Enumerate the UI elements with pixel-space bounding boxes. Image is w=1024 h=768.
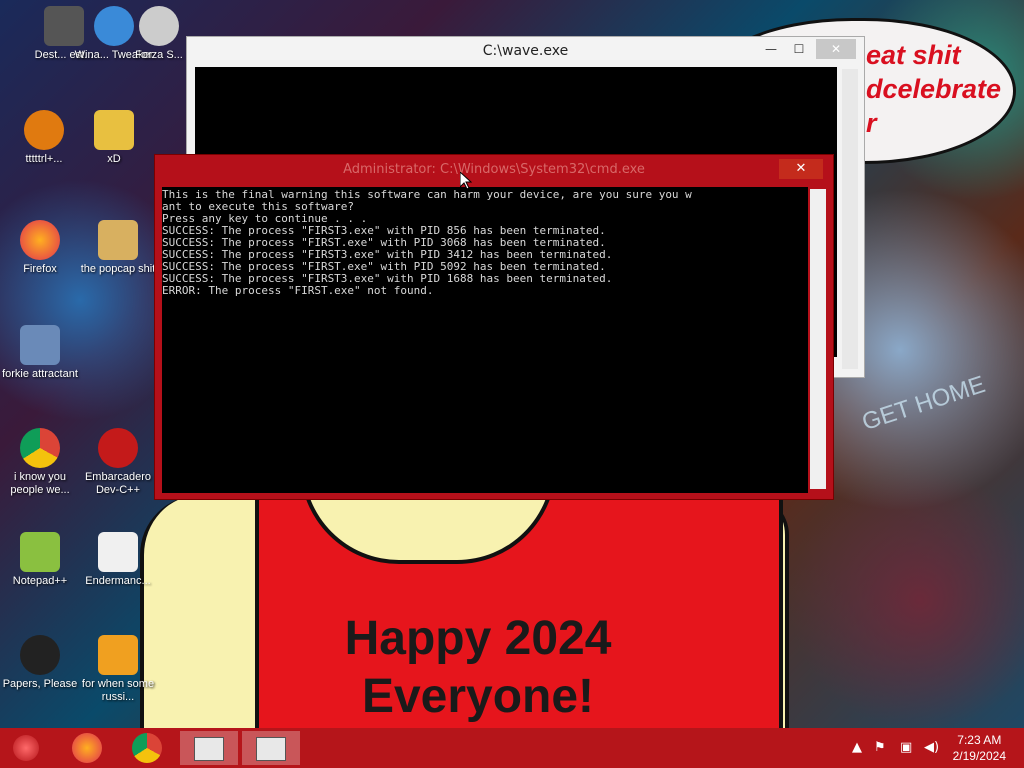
chrome-icon bbox=[20, 428, 60, 468]
cmd-window[interactable]: Administrator: C:\Windows\System32\cmd.e… bbox=[154, 154, 834, 500]
firefox-icon bbox=[20, 220, 60, 260]
desktop-icon-label: Firefox bbox=[23, 263, 57, 275]
desktop-icon-label: Papers, Please bbox=[2, 678, 78, 690]
desktop-icon-label: xD bbox=[107, 153, 121, 165]
wave-scrollbar[interactable] bbox=[842, 69, 858, 369]
winaero-icon bbox=[94, 6, 134, 46]
desktop-icon-forkie[interactable]: forkie attractant bbox=[0, 325, 80, 381]
xd-icon bbox=[94, 110, 134, 150]
action-center-flag-icon[interactable]: ⚑ bbox=[874, 740, 886, 755]
desktop-icon-label: i know you people we... bbox=[10, 471, 70, 496]
desktop-icon-label: Endermanc... bbox=[85, 575, 151, 587]
devcpp-icon bbox=[98, 428, 138, 468]
forza-icon bbox=[139, 6, 179, 46]
desktop-icon-label: forkie attractant bbox=[2, 368, 78, 380]
show-hidden-icons-icon[interactable]: ▲ bbox=[852, 740, 862, 755]
start-button[interactable] bbox=[6, 731, 46, 765]
desktop-icon-xd[interactable]: xD bbox=[74, 110, 154, 166]
taskbar-clock[interactable]: 7:23 AM 2/19/2024 bbox=[953, 732, 1006, 764]
wave-window-titlebar[interactable]: C:\wave.exe — ☐ ✕ bbox=[187, 37, 864, 65]
de-icon bbox=[98, 635, 138, 675]
maximize-button[interactable]: ☐ bbox=[786, 39, 812, 59]
desktop-icon-papers-please[interactable]: Papers, Please bbox=[0, 635, 80, 691]
clock-date: 2/19/2024 bbox=[952, 749, 1006, 763]
desktop-icon-tttttrl[interactable]: tttttrl+... bbox=[4, 110, 84, 166]
close-button[interactable]: ✕ bbox=[779, 159, 823, 179]
cmd-console-output: This is the final warning this software … bbox=[162, 187, 808, 493]
desktop-icon-endermanc[interactable]: Endermanc... bbox=[78, 532, 158, 588]
taskbar-cmd[interactable] bbox=[242, 731, 300, 765]
wave-window-title: C:\wave.exe bbox=[482, 43, 569, 59]
close-button[interactable]: ✕ bbox=[816, 39, 856, 59]
firefox-icon bbox=[72, 733, 102, 763]
desktop-icon-label: Notepad++ bbox=[12, 575, 68, 587]
app-icon bbox=[24, 110, 64, 150]
chrome-icon bbox=[132, 733, 162, 763]
desktop-icon-label: tttttrl+... bbox=[25, 153, 63, 165]
desktop-icon-popcap[interactable]: the popcap shit bbox=[78, 220, 158, 276]
taskbar-firefox[interactable] bbox=[60, 731, 114, 765]
minimize-button[interactable]: — bbox=[758, 39, 784, 59]
desktop-icon-firefox[interactable]: Firefox bbox=[0, 220, 80, 276]
desktop-icon-label: for when some russi... bbox=[81, 678, 155, 703]
cmd-window-title: Administrator: C:\Windows\System32\cmd.e… bbox=[343, 162, 645, 177]
desktop-icon-notepadpp[interactable]: Notepad++ bbox=[0, 532, 80, 588]
desktop-icon-forza[interactable]: Forza S... bbox=[134, 6, 184, 62]
taskbar: ▲ ⚑ ▣ ◀) 7:23 AM 2/19/2024 bbox=[0, 728, 1024, 768]
notepadpp-icon bbox=[20, 532, 60, 572]
desktop-icon-label: Embarcadero Dev-C++ bbox=[84, 471, 152, 496]
volume-icon[interactable]: ◀) bbox=[924, 740, 939, 755]
cmd-window-titlebar[interactable]: Administrator: C:\Windows\System32\cmd.e… bbox=[155, 155, 833, 185]
folder-icon bbox=[98, 220, 138, 260]
taskbar-wave-exe[interactable] bbox=[180, 731, 238, 765]
mouse-cursor-icon bbox=[460, 172, 472, 190]
cmd-scrollbar[interactable] bbox=[810, 189, 826, 489]
desktop-icon-label: the popcap shit bbox=[80, 263, 156, 275]
papers-please-icon bbox=[20, 635, 60, 675]
settings-monitor-icon bbox=[20, 325, 60, 365]
taskbar-chrome[interactable] bbox=[120, 731, 174, 765]
wallpaper-banner: Happy 2024 Everyone! bbox=[344, 612, 612, 723]
console-line: ERROR: The process "FIRST.exe" not found… bbox=[162, 284, 434, 297]
window-icon bbox=[98, 532, 138, 572]
desktop-icon-label: Forza S... bbox=[135, 49, 183, 61]
desktop-icon-devcpp[interactable]: Embarcadero Dev-C++ bbox=[78, 428, 158, 497]
network-icon[interactable]: ▣ bbox=[900, 740, 912, 755]
console-window-icon bbox=[256, 737, 286, 761]
clock-time: 7:23 AM bbox=[957, 733, 1002, 747]
desktop-icon-chrome[interactable]: i know you people we... bbox=[0, 428, 80, 497]
desktop-icon-russian[interactable]: for when some russi... bbox=[78, 635, 158, 704]
start-icon bbox=[13, 735, 39, 761]
speech-bubble-text: eat shit dcelebrate r bbox=[866, 40, 1002, 138]
console-window-icon bbox=[194, 737, 224, 761]
